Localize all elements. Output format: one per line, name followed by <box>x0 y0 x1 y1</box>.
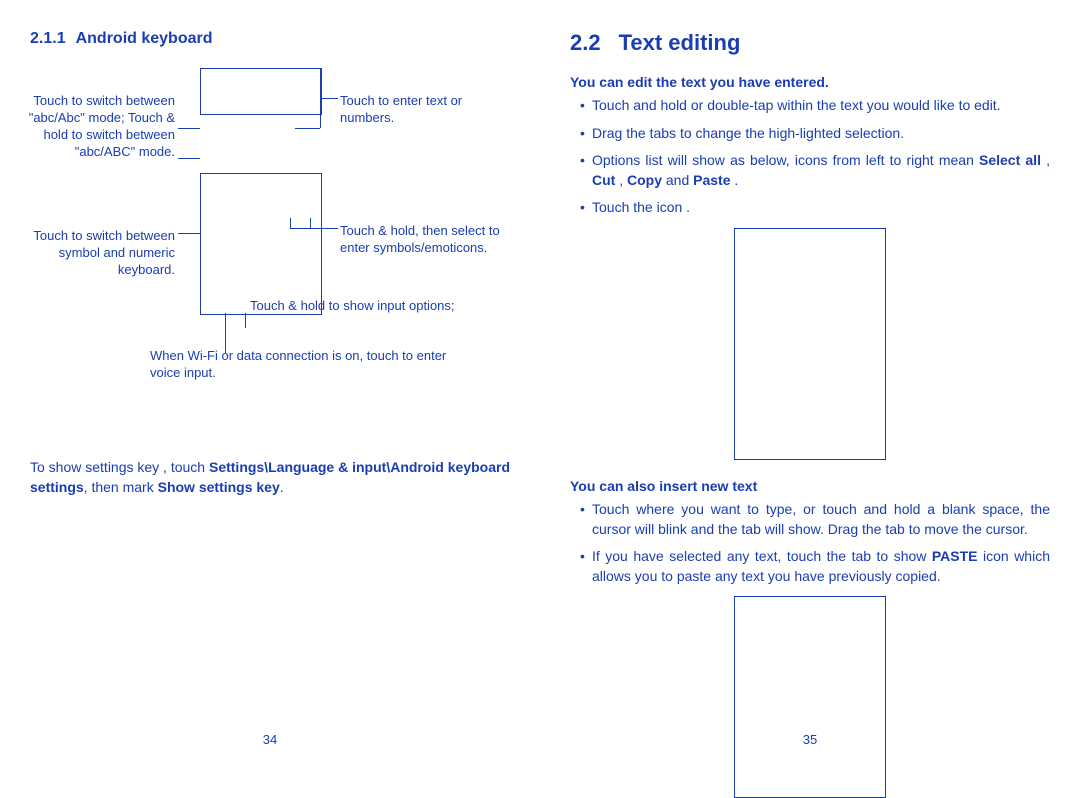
callout-symbol-numeric: Touch to switch between symbol and numer… <box>20 228 175 279</box>
subhead-insert: You can also insert new text <box>570 478 1050 494</box>
settings-note: To show settings key , touch Settings\La… <box>30 458 510 497</box>
b3-cut: Cut <box>592 172 615 188</box>
heading-number: 2.1.1 <box>30 30 66 48</box>
callout-abc-mode: Touch to switch between "abc/Abc" mode; … <box>20 93 175 161</box>
section-heading-2-1-1: 2.1.1 Android keyboard <box>30 30 510 48</box>
page-number: 35 <box>540 732 1080 747</box>
subhead-edit: You can edit the text you have entered. <box>570 74 1050 90</box>
b6-a: If you have selected any text, touch the… <box>592 548 932 564</box>
section-heading-2-2: 2.2 Text editing <box>570 30 1050 56</box>
callout-enter-text: Touch to enter text or numbers. <box>340 93 510 127</box>
callout-symbols-emoticons: Touch & hold, then select to enter symbo… <box>340 223 510 257</box>
bullet-drag-tabs: Drag the tabs to change the high-lighted… <box>580 124 1050 144</box>
bullet-options-list: Options list will show as below, icons f… <box>580 151 1050 190</box>
callout-input-options: Touch & hold to show input options; <box>230 298 490 315</box>
page-34: 2.1.1 Android keyboard Touch to switch be… <box>0 0 540 767</box>
b3-end: . <box>731 172 739 188</box>
bullet-touch-hold: Touch and hold or double-tap within the … <box>580 96 1050 116</box>
callout-voice-input: When Wi-Fi or data connection is on, tou… <box>150 348 470 382</box>
heading-number: 2.2 <box>570 30 601 56</box>
note-part-d: Show settings key <box>158 479 280 495</box>
page-35: 2.2 Text editing You can edit the text yo… <box>540 0 1080 767</box>
heading-text: Text editing <box>619 30 741 55</box>
b3-sep1: , <box>1041 152 1050 168</box>
bullet-touch-type: Touch where you want to type, or touch a… <box>580 500 1050 539</box>
screenshot-placeholder-1 <box>734 228 886 460</box>
b3-sep2: , <box>615 172 627 188</box>
screen-placeholder-top <box>200 68 322 115</box>
note-part-a: To show settings key , touch <box>30 459 209 475</box>
b3-a: Options list will show as below, icons f… <box>592 152 979 168</box>
note-part-e: . <box>280 479 284 495</box>
b3-selectall: Select all <box>979 152 1041 168</box>
keyboard-placeholder <box>200 173 322 315</box>
b3-copy: Copy <box>627 172 662 188</box>
b3-paste: Paste <box>693 172 730 188</box>
page-number: 34 <box>0 732 540 747</box>
screenshot-placeholder-2 <box>734 596 886 798</box>
b3-sep3: and <box>662 172 693 188</box>
bullet-paste: If you have selected any text, touch the… <box>580 547 1050 586</box>
keyboard-diagram: Touch to switch between "abc/Abc" mode; … <box>30 68 510 438</box>
b6-paste-word: PASTE <box>932 548 978 564</box>
bullet-list-insert: Touch where you want to type, or touch a… <box>570 500 1050 586</box>
note-part-c: , then mark <box>84 479 158 495</box>
bullet-list-edit: Touch and hold or double-tap within the … <box>570 96 1050 218</box>
heading-text: Android keyboard <box>76 30 213 47</box>
bullet-touch-icon: Touch the icon . <box>580 198 1050 218</box>
